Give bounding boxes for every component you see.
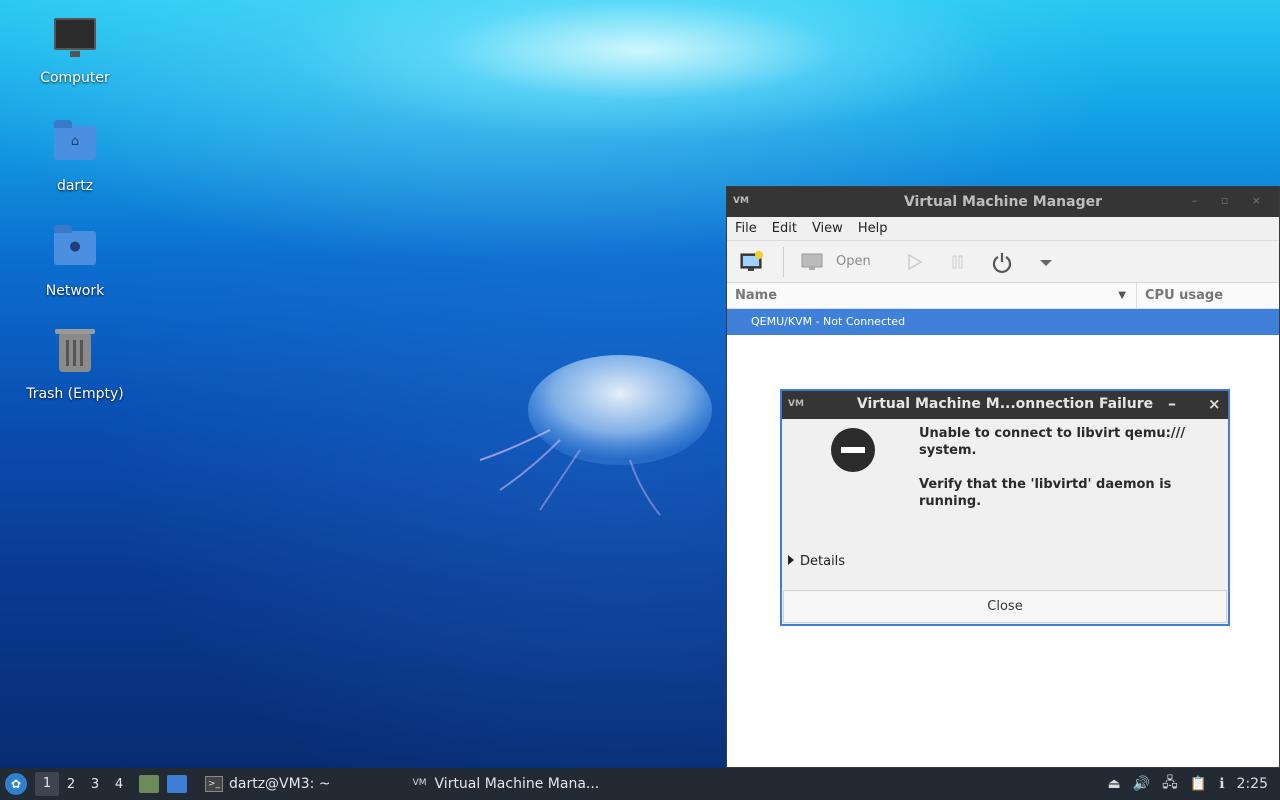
- task-label: Virtual Machine Mana...: [434, 776, 600, 792]
- computer-icon: [52, 18, 98, 64]
- toolbar-separator: [783, 246, 784, 277]
- desktop-icon-trash[interactable]: Trash (Empty): [20, 328, 130, 402]
- volume-icon[interactable]: 🔊: [1133, 776, 1150, 792]
- minimize-icon[interactable]: –: [1168, 394, 1176, 413]
- system-tray: ⏏ 🔊 🖧 📋 ℹ 2:25: [1107, 768, 1280, 800]
- network-icon[interactable]: 🖧: [1162, 772, 1178, 796]
- error-hint: Verify that the 'libvirtd' daemon is run…: [919, 477, 1172, 509]
- pause-icon[interactable]: [945, 250, 971, 274]
- error-message: Unable to connect to libvirt qemu:/// sy…: [919, 426, 1186, 458]
- error-stop-icon: [831, 428, 875, 472]
- details-label: Details: [800, 554, 846, 569]
- menubar: File Edit View Help: [727, 217, 1279, 241]
- jellyfish-wallpaper: [479, 355, 712, 516]
- update-icon[interactable]: ℹ: [1219, 776, 1224, 792]
- details-expander[interactable]: Details: [788, 554, 845, 569]
- close-icon[interactable]: ×: [1208, 395, 1221, 413]
- dialog-titlebar[interactable]: VM Virtual Machine M...onnection Failure…: [782, 391, 1228, 419]
- home-folder-icon: ⌂: [52, 120, 98, 172]
- play-icon[interactable]: [901, 250, 927, 274]
- eject-icon[interactable]: ⏏: [1107, 776, 1120, 792]
- show-desktop-icon[interactable]: [167, 775, 187, 793]
- workspace-2[interactable]: 2: [59, 777, 83, 792]
- column-name[interactable]: Name ▼: [727, 282, 1137, 309]
- trash-icon: [52, 329, 98, 380]
- monitor-icon[interactable]: [800, 250, 826, 274]
- file-manager-icon[interactable]: [139, 775, 159, 793]
- desktop-icon-label: Trash (Empty): [26, 386, 124, 402]
- column-cpu-usage[interactable]: CPU usage: [1137, 288, 1223, 303]
- network-folder-icon: ●: [52, 225, 98, 277]
- task-vmm[interactable]: VM Virtual Machine Mana...: [411, 776, 600, 792]
- start-menu-icon[interactable]: ✿: [5, 773, 27, 795]
- desktop-icon-computer[interactable]: Computer: [20, 14, 130, 86]
- connection-failure-dialog: VM Virtual Machine M...onnection Failure…: [780, 389, 1230, 626]
- expander-triangle-icon: [788, 555, 794, 565]
- toolbar: Open: [727, 241, 1279, 283]
- task-label: dartz@VM3: ~: [229, 776, 331, 792]
- workspace-4[interactable]: 4: [107, 777, 131, 792]
- desktop-icon-dartz[interactable]: ⌂ dartz: [20, 118, 130, 194]
- menu-view[interactable]: View: [812, 221, 843, 236]
- new-vm-icon[interactable]: [739, 250, 765, 274]
- menu-help[interactable]: Help: [858, 221, 888, 236]
- taskbar: ✿ 1 2 3 4 >_ dartz@VM3: ~ VM Virtual Mac…: [0, 768, 1280, 800]
- open-button[interactable]: Open: [836, 254, 871, 269]
- chevron-down-icon[interactable]: [1033, 250, 1059, 274]
- close-button[interactable]: Close: [783, 590, 1227, 623]
- desktop-icon-label: dartz: [56, 178, 94, 194]
- terminal-icon: >_: [205, 776, 223, 792]
- clipboard-icon[interactable]: 📋: [1190, 776, 1207, 792]
- vmm-icon: VM: [412, 778, 427, 788]
- menu-edit[interactable]: Edit: [772, 221, 797, 236]
- column-name-label: Name: [735, 287, 778, 303]
- menu-file[interactable]: File: [735, 221, 757, 236]
- desktop-icon-network[interactable]: ● Network: [20, 223, 130, 299]
- sort-chevron-icon: ▼: [1118, 289, 1126, 301]
- desktop-icon-label: Computer: [40, 70, 110, 86]
- workspace-3[interactable]: 3: [83, 777, 107, 792]
- task-terminal[interactable]: >_ dartz@VM3: ~: [205, 776, 331, 792]
- vmm-titlebar[interactable]: VM Virtual Machine Manager – ▫ ×: [727, 187, 1279, 217]
- workspace-1[interactable]: 1: [35, 772, 59, 796]
- clock[interactable]: 2:25: [1237, 776, 1268, 792]
- power-icon[interactable]: [989, 250, 1015, 274]
- connection-row[interactable]: QEMU/KVM - Not Connected: [727, 309, 1279, 335]
- window-controls[interactable]: – ▫ ×: [1192, 194, 1271, 207]
- dialog-title: Virtual Machine M...onnection Failure: [856, 396, 1154, 412]
- desktop-icon-label: Network: [45, 283, 105, 299]
- column-header: Name ▼ CPU usage: [727, 282, 1279, 309]
